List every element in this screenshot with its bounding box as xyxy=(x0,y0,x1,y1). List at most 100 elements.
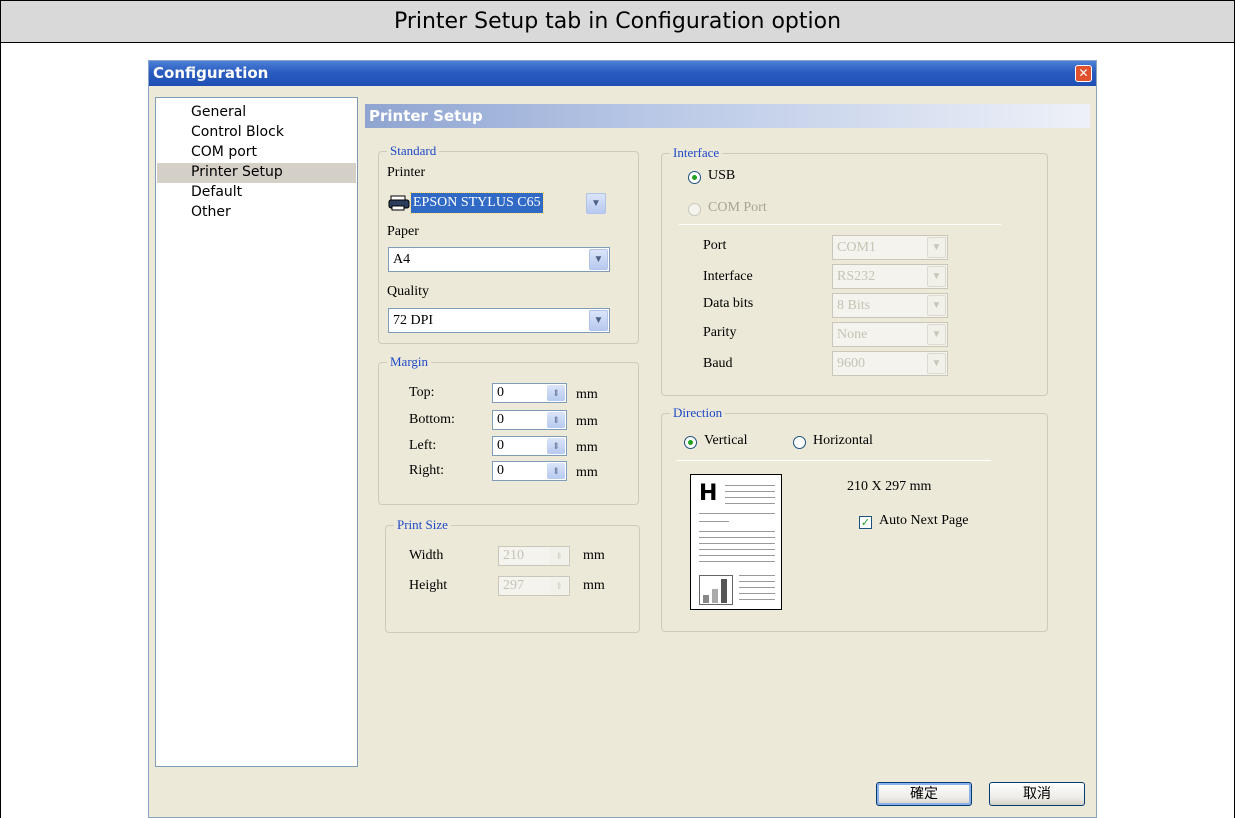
direction-divider xyxy=(676,460,991,461)
nav-item-default[interactable]: Default xyxy=(157,183,356,203)
data-bits-value: 8 Bits xyxy=(837,298,871,313)
parity-label: Parity xyxy=(703,325,737,340)
cancel-button[interactable]: 取消 xyxy=(989,782,1085,806)
spin-arrows-icon[interactable]: ⇕ xyxy=(547,438,565,454)
margin-top-label: Top: xyxy=(409,385,435,400)
margin-left-unit: mm xyxy=(576,440,598,455)
spin-arrows-icon[interactable]: ⇕ xyxy=(547,412,565,428)
vertical-radio[interactable] xyxy=(684,436,697,449)
height-spinner: 297 ⇕ xyxy=(498,576,570,596)
interface-type-label: Interface xyxy=(703,269,753,284)
dialog-button-bar: 確定 取消 xyxy=(149,771,1096,817)
margin-right-value: 0 xyxy=(497,463,504,478)
height-label: Height xyxy=(409,578,448,593)
chevron-down-icon[interactable]: ▼ xyxy=(589,310,608,331)
chevron-down-icon: ▼ xyxy=(927,324,946,345)
interface-divider xyxy=(679,224,1001,225)
quality-select[interactable]: 72 DPI ▼ xyxy=(388,308,610,333)
margin-right-spinner[interactable]: 0 ⇕ xyxy=(492,461,567,481)
nav-item-printer-setup[interactable]: Printer Setup xyxy=(157,163,356,183)
quality-label: Quality xyxy=(387,284,429,299)
margin-bottom-spinner[interactable]: 0 ⇕ xyxy=(492,410,567,430)
panel-title: Printer Setup xyxy=(365,104,1090,128)
chevron-down-icon: ▼ xyxy=(927,353,946,374)
printer-icon xyxy=(388,195,410,211)
document-frame: Printer Setup tab in Configuration optio… xyxy=(0,0,1235,818)
close-icon[interactable]: ✕ xyxy=(1075,65,1092,82)
standard-legend: Standard xyxy=(387,143,440,159)
config-nav-list[interactable]: General Control Block COM port Printer S… xyxy=(155,97,358,767)
nav-item-other[interactable]: Other xyxy=(157,203,356,223)
width-spinner: 210 ⇕ xyxy=(498,546,570,566)
height-unit: mm xyxy=(583,578,605,593)
spin-arrows-icon: ⇕ xyxy=(550,578,568,594)
interface-group: Interface USB COM Port Port COM1 ▼ Interf… xyxy=(661,145,1048,396)
configuration-dialog: Configuration ✕ General Control Block CO… xyxy=(148,60,1097,818)
margin-bottom-value: 0 xyxy=(497,412,504,427)
preview-heading-letter: H xyxy=(699,481,718,506)
margin-left-label: Left: xyxy=(409,438,437,453)
margin-top-unit: mm xyxy=(576,387,598,402)
port-label: Port xyxy=(703,238,727,253)
margin-bottom-unit: mm xyxy=(576,414,598,429)
quality-value: 72 DPI xyxy=(393,313,434,328)
preview-chart-thumbnail xyxy=(699,575,733,605)
printer-value: EPSON STYLUS C65 xyxy=(410,192,544,214)
paper-select[interactable]: A4 ▼ xyxy=(388,247,610,272)
auto-next-page-label[interactable]: Auto Next Page xyxy=(879,513,968,529)
width-unit: mm xyxy=(583,548,605,563)
baud-label: Baud xyxy=(703,356,733,371)
data-bits-label: Data bits xyxy=(703,296,754,311)
interface-legend: Interface xyxy=(670,145,723,161)
interface-type-value: RS232 xyxy=(837,269,876,284)
paper-value: A4 xyxy=(393,252,411,267)
com-port-radio xyxy=(688,203,701,216)
spin-arrows-icon[interactable]: ⇕ xyxy=(547,385,565,401)
horizontal-radio[interactable] xyxy=(793,436,806,449)
usb-radio[interactable] xyxy=(688,171,701,184)
horizontal-label[interactable]: Horizontal xyxy=(813,433,873,449)
direction-legend: Direction xyxy=(670,405,726,421)
printer-label: Printer xyxy=(387,165,426,180)
margin-legend: Margin xyxy=(387,354,432,370)
chevron-down-icon[interactable]: ▼ xyxy=(586,193,606,214)
nav-item-general[interactable]: General xyxy=(157,103,356,123)
port-value: COM1 xyxy=(837,240,876,255)
auto-next-page-checkbox[interactable]: ✓ xyxy=(859,516,872,529)
print-size-group: Print Size Width 210 ⇕ mm Height 297 ⇕ mm xyxy=(385,517,640,633)
baud-select: 9600 ▼ xyxy=(832,351,948,376)
parity-select: None ▼ xyxy=(832,322,948,347)
vertical-label[interactable]: Vertical xyxy=(704,433,748,449)
chevron-down-icon: ▼ xyxy=(927,237,946,258)
height-value: 297 xyxy=(503,578,524,593)
com-port-label: COM Port xyxy=(708,200,767,215)
paper-label: Paper xyxy=(387,224,419,239)
margin-top-value: 0 xyxy=(497,385,504,400)
margin-left-value: 0 xyxy=(497,438,504,453)
ok-button[interactable]: 確定 xyxy=(876,782,972,806)
parity-value: None xyxy=(837,327,868,342)
chevron-down-icon: ▼ xyxy=(927,266,946,287)
spin-arrows-icon[interactable]: ⇕ xyxy=(547,463,565,479)
printer-select[interactable]: EPSON STYLUS C65 ▼ xyxy=(388,191,606,216)
data-bits-select: 8 Bits ▼ xyxy=(832,293,948,318)
margin-left-spinner[interactable]: 0 ⇕ xyxy=(492,436,567,456)
dialog-title: Configuration xyxy=(153,64,269,82)
page-size-text: 210 X 297 mm xyxy=(847,479,932,494)
print-size-legend: Print Size xyxy=(394,517,451,533)
usb-label[interactable]: USB xyxy=(708,168,735,184)
nav-item-com-port[interactable]: COM port xyxy=(157,143,356,163)
standard-group: Standard Printer EPSON STYLUS C65 ▼ Pape… xyxy=(378,143,639,344)
dialog-titlebar: Configuration ✕ xyxy=(149,61,1096,86)
margin-bottom-label: Bottom: xyxy=(409,412,455,427)
width-value: 210 xyxy=(503,548,524,563)
interface-type-select: RS232 ▼ xyxy=(832,264,948,289)
margin-right-label: Right: xyxy=(409,463,445,478)
nav-item-control-block[interactable]: Control Block xyxy=(157,123,356,143)
margin-group: Margin Top: 0 ⇕ mm Bottom: 0 ⇕ mm Left: 0 ⇕… xyxy=(378,354,639,505)
chevron-down-icon[interactable]: ▼ xyxy=(589,249,608,270)
page-orientation-preview: H xyxy=(690,474,782,610)
margin-top-spinner[interactable]: 0 ⇕ xyxy=(492,383,567,403)
figure-caption: Printer Setup tab in Configuration optio… xyxy=(1,0,1234,43)
port-select: COM1 ▼ xyxy=(832,235,948,260)
